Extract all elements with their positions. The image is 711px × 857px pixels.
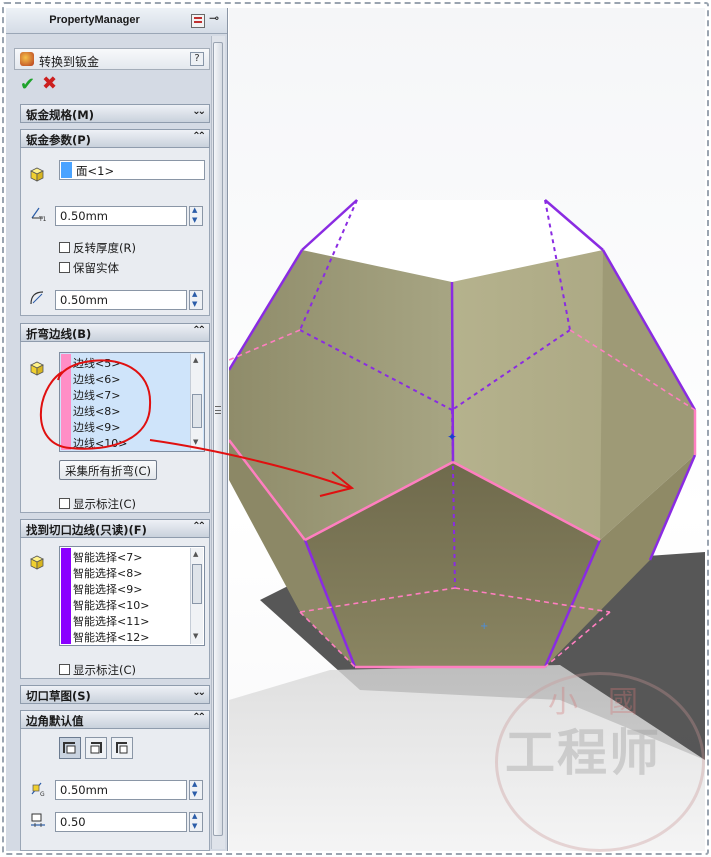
corner-type-butt-icon[interactable] — [111, 737, 133, 759]
overlap-ratio-icon — [31, 813, 45, 827]
list-item[interactable]: 边线<8> — [73, 403, 120, 419]
fixed-face-value: 面<1> — [76, 164, 115, 178]
scroll-up-icon[interactable]: ▲ — [193, 356, 198, 364]
list-item: 智能选择<9> — [73, 583, 143, 596]
cancel-button[interactable]: ✖ — [42, 73, 57, 94]
scroll-down-icon[interactable]: ▼ — [193, 438, 198, 446]
rip-show-callouts-label: 显示标注(C) — [73, 663, 137, 677]
list-item: 智能选择<12> — [73, 631, 150, 644]
pin-icon[interactable]: ⊸ — [209, 11, 223, 25]
list-item[interactable]: 边线<9> — [73, 419, 120, 435]
group-label: 切口草图(S) — [26, 689, 91, 703]
list-item[interactable]: 边线<5> — [73, 355, 120, 371]
list-item: 智能选择<10> — [73, 599, 150, 612]
collapse-chevron-icon[interactable]: ⌃⌃ — [192, 712, 206, 723]
expand-chevron-icon[interactable]: ⌄⌄ — [192, 106, 206, 117]
svg-text:T1: T1 — [38, 216, 47, 222]
property-manager-panel: PropertyManager ⊸ 转换到钣金 ? ✔ ✖ 钣金规格(M) ⌄⌄… — [6, 8, 228, 851]
reverse-thickness-label: 反转厚度(R) — [73, 241, 136, 255]
group-label: 折弯边线(B) — [26, 327, 92, 341]
origin-marker-icon: ✦ — [447, 430, 457, 444]
collect-all-bends-button[interactable]: 采集所有折弯(C) — [59, 460, 157, 480]
rip-gap-spinner[interactable] — [189, 780, 203, 800]
thickness-value: 0.50mm — [60, 209, 109, 223]
overlap-ratio-spinner[interactable] — [189, 812, 203, 832]
rip-gap-input[interactable]: 0.50mm — [55, 780, 187, 800]
svg-text:G: G — [40, 791, 45, 797]
expand-chevron-icon[interactable]: ⌄⌄ — [192, 687, 206, 698]
scroll-down-icon[interactable]: ▼ — [193, 632, 198, 640]
rip-show-callouts-checkbox[interactable] — [59, 664, 70, 675]
group-label: 找到切口边线(只读)(F) — [26, 523, 147, 537]
group-label: 钣金规格(M) — [26, 108, 94, 122]
list-item: 智能选择<11> — [73, 615, 150, 628]
rip-edge-color-bar — [61, 548, 71, 644]
collapse-chevron-icon[interactable]: ⌃⌃ — [192, 325, 206, 336]
collapse-chevron-icon[interactable]: ⌃⌃ — [192, 521, 206, 532]
panel-titlebar: PropertyManager ⊸ — [6, 8, 227, 34]
bend-list-scrollbar[interactable]: ▲ ▼ — [190, 354, 203, 450]
bend-edges-list[interactable]: 边线<5> 边线<6> 边线<7> 边线<8> 边线<9> 边线<10> ▲ ▼ — [59, 352, 205, 452]
thickness-spinner[interactable] — [189, 206, 203, 226]
ok-button[interactable]: ✔ — [20, 74, 35, 95]
list-item[interactable]: 边线<10> — [73, 435, 127, 451]
panel-scrollbar-thumb[interactable] — [213, 42, 223, 836]
collapse-chevron-icon[interactable]: ⌃⌃ — [192, 131, 206, 142]
thickness-icon: T1 — [31, 207, 47, 222]
panel-menu-icon[interactable] — [191, 14, 205, 28]
overlap-ratio-value: 0.50 — [60, 815, 86, 829]
bend-list-scroll-thumb[interactable] — [192, 394, 202, 428]
corner-defaults-box: G 0.50mm 0.50 — [20, 729, 210, 851]
scroll-up-icon[interactable]: ▲ — [193, 550, 198, 558]
group-rip-sketch[interactable]: 切口草图(S) ⌄⌄ — [20, 685, 210, 704]
center-mark-icon: + — [480, 621, 488, 632]
keep-body-label: 保留实体 — [73, 261, 119, 275]
bend-show-callouts-checkbox[interactable] — [59, 498, 70, 509]
convert-to-sheet-metal-icon — [20, 52, 34, 66]
bend-radius-value: 0.50mm — [60, 293, 109, 307]
list-item[interactable]: 边线<6> — [73, 371, 120, 387]
group-label: 钣金参数(P) — [26, 133, 91, 147]
corner-type-underlap-icon[interactable] — [85, 737, 107, 759]
feature-header: 转换到钣金 ? — [14, 48, 210, 70]
group-rip-edges[interactable]: 找到切口边线(只读)(F) ⌃⌃ — [20, 519, 210, 538]
fixed-face-icon — [30, 167, 44, 182]
bend-radius-spinner[interactable] — [189, 290, 203, 310]
rip-gap-value: 0.50mm — [60, 783, 109, 797]
corner-type-overlap-icon[interactable] — [59, 737, 81, 759]
group-bend-edges[interactable]: 折弯边线(B) ⌃⌃ — [20, 323, 210, 342]
sheet-params-box: 面<1> T1 0.50mm 反转厚度(R) 保留实体 0.50mm — [20, 148, 210, 316]
bend-edges-box: 边线<5> 边线<6> 边线<7> 边线<8> 边线<9> 边线<10> ▲ ▼… — [20, 342, 210, 513]
face-color-swatch — [61, 162, 72, 178]
rip-list-scroll-thumb[interactable] — [192, 564, 202, 604]
group-sheet-params[interactable]: 钣金参数(P) ⌃⌃ — [20, 129, 210, 148]
bend-radius-icon — [30, 291, 44, 305]
list-item[interactable]: 边线<7> — [73, 387, 120, 403]
keep-body-checkbox[interactable] — [59, 262, 70, 273]
reverse-thickness-checkbox[interactable] — [59, 242, 70, 253]
list-item: 智能选择<7> — [73, 551, 143, 564]
panel-title: PropertyManager — [49, 14, 140, 26]
scrollbar-grip-icon — [215, 406, 221, 414]
group-corner-defaults[interactable]: 边角默认值 ⌃⌃ — [20, 710, 210, 729]
face-right[interactable] — [600, 250, 695, 540]
rip-edges-box: 智能选择<7> 智能选择<8> 智能选择<9> 智能选择<10> 智能选择<11… — [20, 538, 210, 679]
overlap-ratio-input[interactable]: 0.50 — [55, 812, 187, 832]
list-item: 智能选择<8> — [73, 567, 143, 580]
edge-selection-icon — [30, 361, 44, 376]
bend-edge-color-bar — [61, 354, 71, 450]
thickness-input[interactable]: 0.50mm — [55, 206, 187, 226]
rip-gap-icon: G — [31, 782, 45, 797]
rip-edges-list: 智能选择<7> 智能选择<8> 智能选择<9> 智能选择<10> 智能选择<11… — [59, 546, 205, 646]
fixed-face-field[interactable]: 面<1> — [59, 160, 205, 180]
group-sheet-gauge[interactable]: 钣金规格(M) ⌄⌄ — [20, 104, 210, 123]
rip-edge-icon — [30, 555, 44, 570]
group-label: 边角默认值 — [26, 714, 84, 728]
watermark-text: 工程师 — [505, 723, 661, 782]
feature-title: 转换到钣金 — [39, 55, 100, 69]
bend-radius-input[interactable]: 0.50mm — [55, 290, 187, 310]
help-button[interactable]: ? — [190, 52, 204, 66]
rip-list-scrollbar[interactable]: ▲ ▼ — [190, 548, 203, 644]
bend-show-callouts-label: 显示标注(C) — [73, 497, 137, 511]
